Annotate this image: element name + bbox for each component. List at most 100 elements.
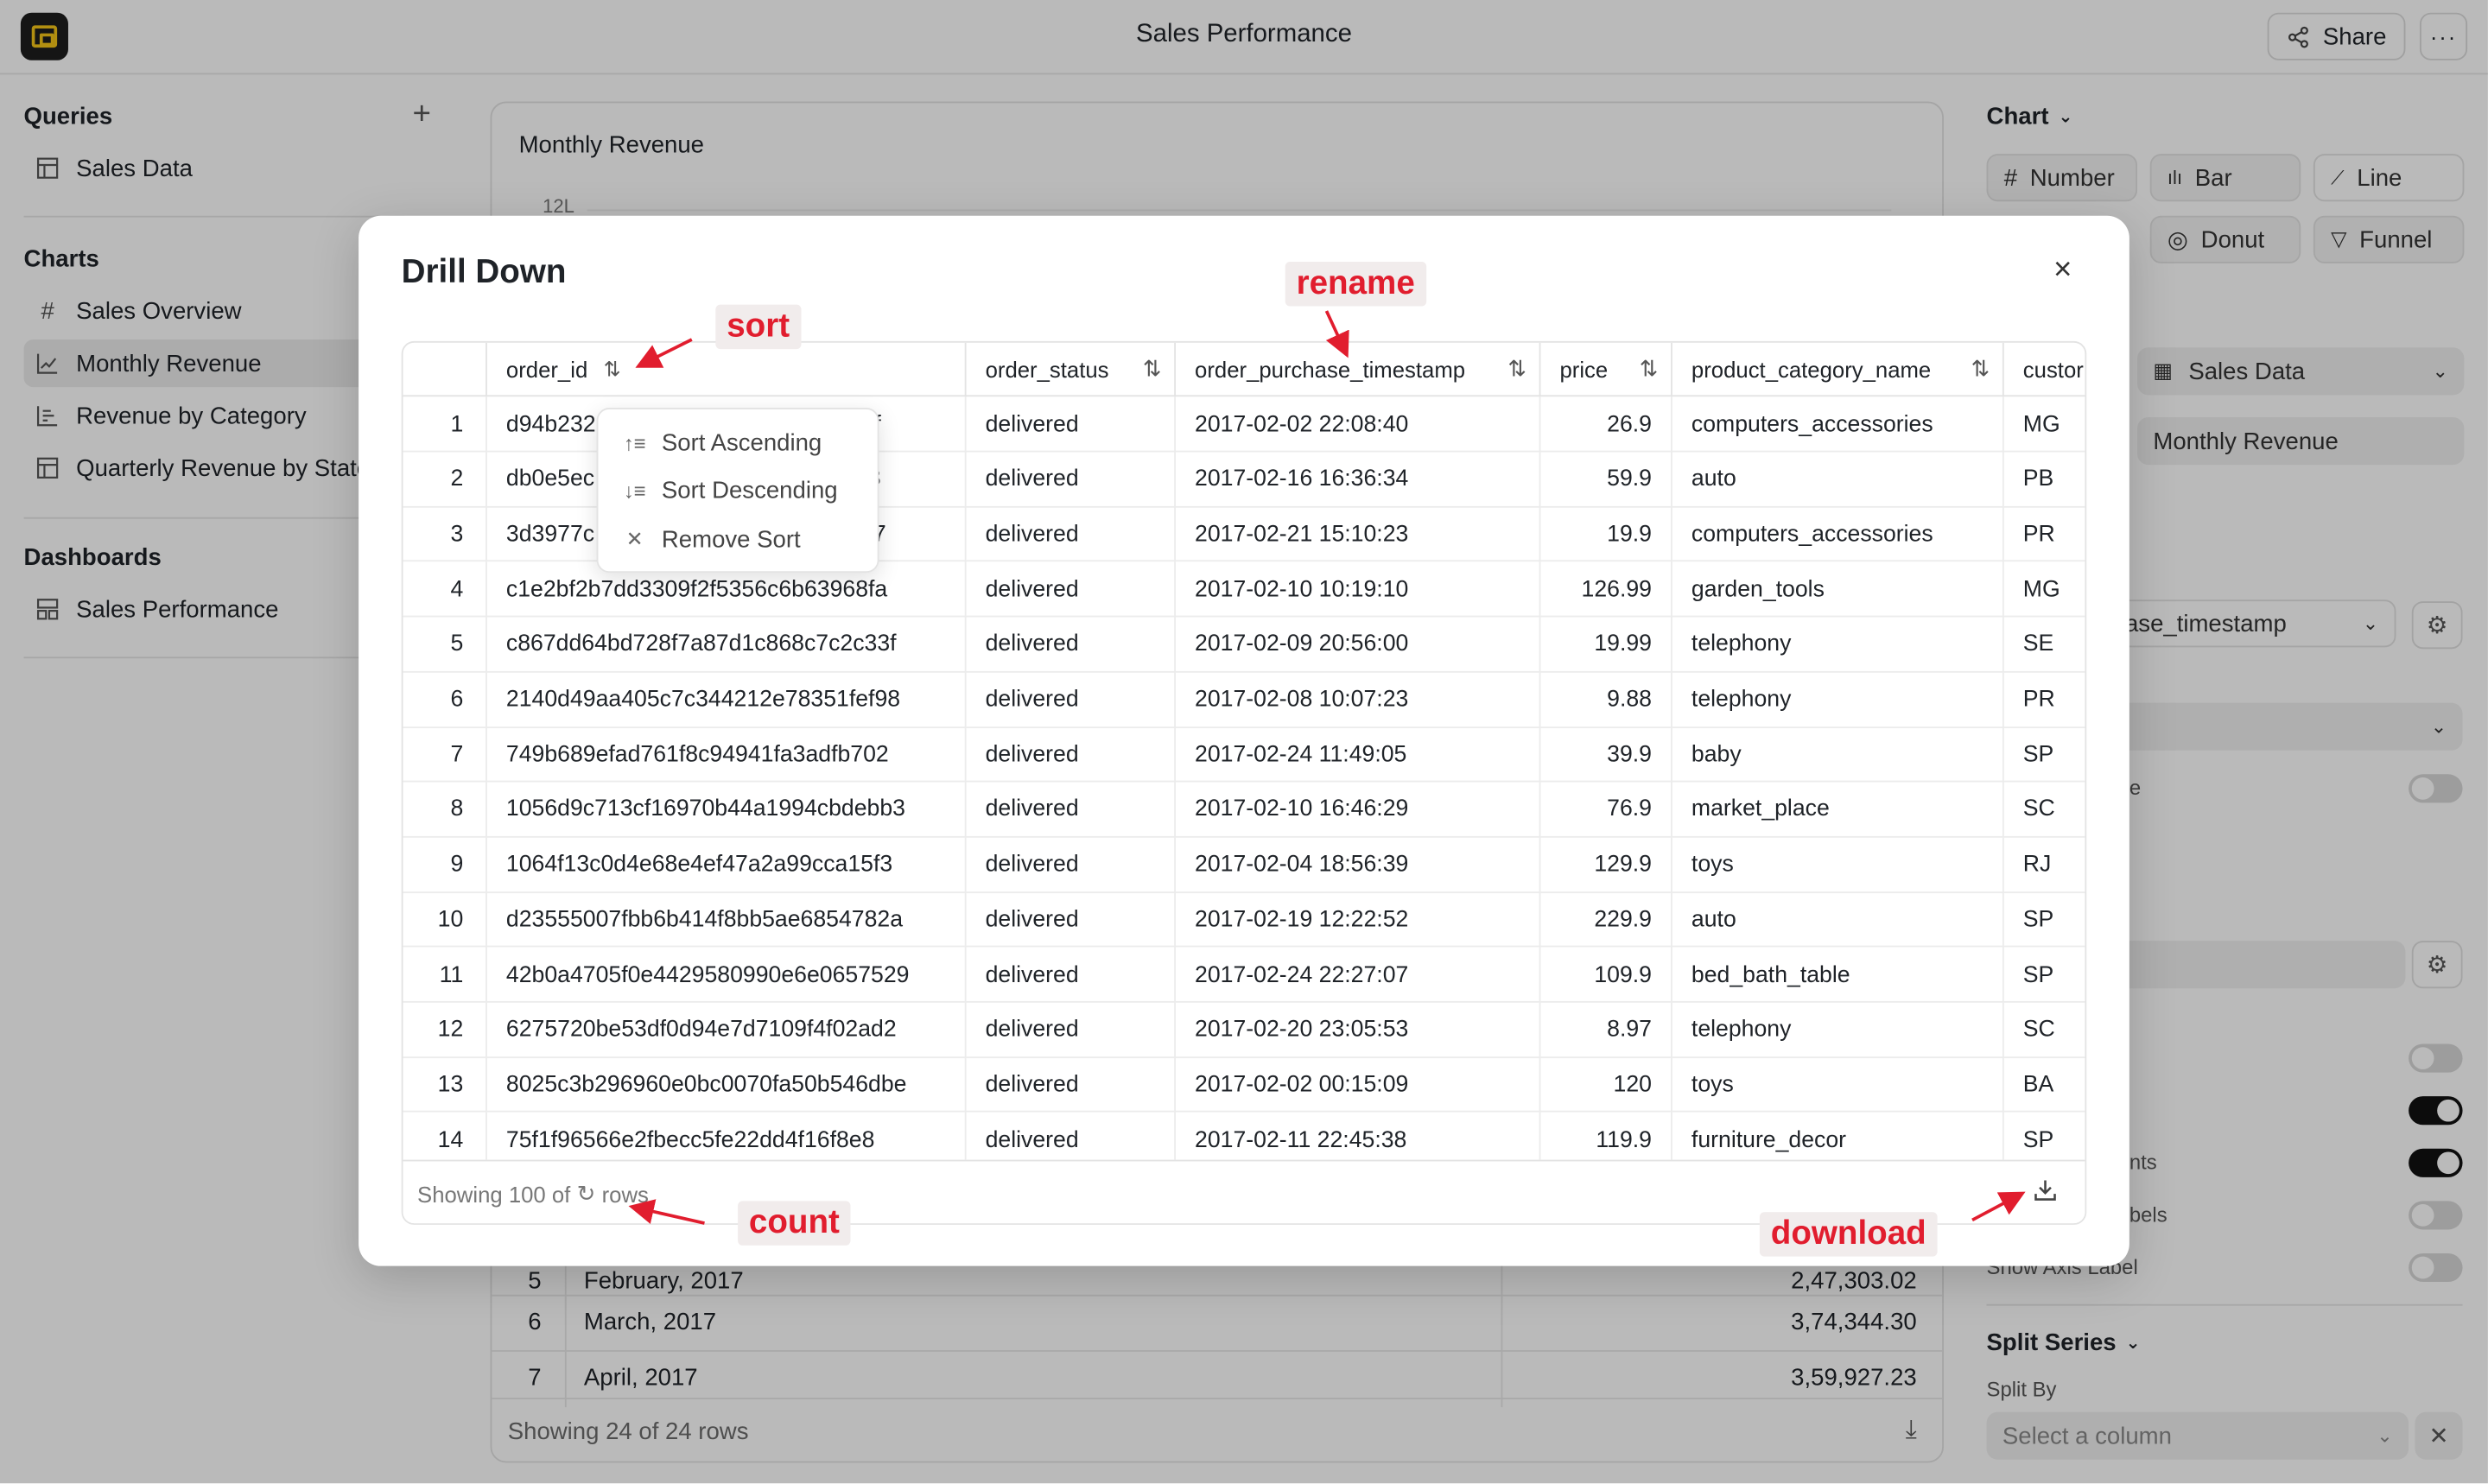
cell-customer: SC (2002, 1002, 2085, 1058)
cell-customer: PB (2002, 451, 2085, 508)
cell-customer: SP (2002, 726, 2085, 783)
cell-category: furniture_decor (1671, 1112, 2002, 1160)
app-window: Sales Performance Share ··· Queries + Sa… (0, 0, 2488, 1484)
cell-category: computers_accessories (1671, 396, 2002, 453)
row-index: 1 (450, 411, 464, 438)
table-row[interactable]: 11 42b0a4705f0e4429580990e6e0657529 delive… (403, 947, 2085, 1003)
cell-timestamp: 2017-02-21 15:10:23 (1174, 506, 1539, 562)
row-index: 12 (437, 1017, 464, 1043)
cell-order-status: delivered (964, 726, 1174, 783)
cell-customer: PR (2002, 506, 2085, 562)
cell-order-id: 1056d9c713cf16970b44a1994cbdebb3 (486, 782, 965, 838)
cell-order-id: 75f1f96566e2fbecc5fe22dd4f16f8e8 (486, 1112, 965, 1160)
sort-menu: ↑≡ Sort Ascending ↓≡ Sort Descending ✕ Remo… (596, 408, 880, 574)
cell-price: 9.88 (1539, 671, 1671, 728)
cell-category: telephony (1671, 671, 2002, 728)
table-row[interactable]: 12 6275720be53df0d94e7d7109f4f02ad2 delive… (403, 1002, 2085, 1058)
sort-icon[interactable]: ⇅ (1971, 355, 1990, 382)
cell-category: toys (1671, 1056, 2002, 1113)
table-row[interactable]: 6 2140d49aa405c7c344212e78351fef98 deliver… (403, 671, 2085, 728)
cell-order-status: delivered (964, 947, 1174, 1003)
sort-icon[interactable]: ⇅ (1507, 355, 1526, 382)
cell-customer: SE (2002, 617, 2085, 673)
row-index: 8 (450, 796, 464, 823)
row-index: 10 (437, 907, 464, 933)
modal-title: Drill Down (401, 253, 567, 291)
cell-timestamp: 2017-02-11 22:45:38 (1174, 1112, 1539, 1160)
cell-customer: SP (2002, 1112, 2085, 1160)
sort-ascending-item[interactable]: ↑≡ Sort Ascending (598, 419, 880, 466)
table-row[interactable]: 10 d23555007fbb6b414f8bb5ae6854782a delive… (403, 891, 2085, 948)
sort-descending-item[interactable]: ↓≡ Sort Descending (598, 466, 880, 514)
row-index: 5 (450, 631, 464, 657)
table-row[interactable]: 14 75f1f96566e2fbecc5fe22dd4f16f8e8 delive… (403, 1112, 2085, 1160)
column-header-customer[interactable]: custor (2002, 342, 2085, 397)
row-index: 9 (450, 852, 464, 878)
cell-timestamp: 2017-02-19 12:22:52 (1174, 891, 1539, 948)
table-row[interactable]: 5 c867dd64bd728f7a87d1c868c7c2c33f deliver… (403, 617, 2085, 673)
close-icon: ✕ (625, 526, 644, 551)
sort-icon[interactable]: ⇅ (604, 357, 621, 382)
cell-order-status: delivered (964, 396, 1174, 453)
sort-ascending-icon: ↑≡ (623, 430, 646, 455)
cell-price: 119.9 (1539, 1112, 1671, 1160)
sort-icon[interactable]: ⇅ (1640, 355, 1659, 382)
cell-category: computers_accessories (1671, 506, 2002, 562)
cell-order-status: delivered (964, 617, 1174, 673)
table-row[interactable]: 8 1056d9c713cf16970b44a1994cbdebb3 deliver… (403, 782, 2085, 838)
cell-price: 129.9 (1539, 837, 1671, 893)
cell-order-id: 42b0a4705f0e4429580990e6e0657529 (486, 947, 965, 1003)
annotation-download: download (1759, 1212, 1938, 1257)
cell-category: auto (1671, 891, 2002, 948)
table-row[interactable]: 9 1064f13c0d4e68e4ef47a2a99cca15f3 deliver… (403, 837, 2085, 893)
cell-order-id: c867dd64bd728f7a87d1c868c7c2c33f (486, 617, 965, 673)
sort-icon[interactable]: ⇅ (1143, 355, 1162, 382)
cell-order-status: delivered (964, 1112, 1174, 1160)
row-index: 4 (450, 576, 464, 603)
cell-timestamp: 2017-02-10 10:19:10 (1174, 561, 1539, 618)
cell-customer: RJ (2002, 837, 2085, 893)
column-header-price[interactable]: price ⇅ (1539, 342, 1671, 397)
cell-order-status: delivered (964, 671, 1174, 728)
cell-order-id: 2140d49aa405c7c344212e78351fef98 (486, 671, 965, 728)
column-header-order-purchase-timestamp[interactable]: order_purchase_timestamp ⇅ (1174, 342, 1539, 397)
cell-timestamp: 2017-02-08 10:07:23 (1174, 671, 1539, 728)
cell-price: 120 (1539, 1056, 1671, 1113)
cell-price: 76.9 (1539, 782, 1671, 838)
cell-category: market_place (1671, 782, 2002, 838)
drill-down-modal: Drill Down × order_id ⇅ order_status ⇅ ord… (359, 215, 2129, 1266)
row-index: 3 (450, 522, 464, 548)
cell-order-id: d23555007fbb6b414f8bb5ae6854782a (486, 891, 965, 948)
cell-order-status: delivered (964, 1056, 1174, 1113)
cell-category: telephony (1671, 1002, 2002, 1058)
remove-sort-item[interactable]: ✕ Remove Sort (598, 516, 880, 563)
cell-timestamp: 2017-02-04 18:56:39 (1174, 837, 1539, 893)
cell-order-id: 749b689efad761f8c94941fa3adfb702 (486, 726, 965, 783)
row-index: 7 (450, 742, 464, 768)
download-icon[interactable] (2033, 1177, 2058, 1211)
cell-category: toys (1671, 837, 2002, 893)
close-icon[interactable]: × (2046, 251, 2080, 287)
cell-category: baby (1671, 726, 2002, 783)
cell-customer: BA (2002, 1056, 2085, 1113)
cell-price: 19.9 (1539, 506, 1671, 562)
cell-order-status: delivered (964, 837, 1174, 893)
cell-customer: SP (2002, 891, 2085, 948)
cell-price: 229.9 (1539, 891, 1671, 948)
column-header-order-id[interactable]: order_id ⇅ (486, 342, 965, 397)
sort-descending-icon: ↓≡ (623, 478, 646, 503)
refresh-icon[interactable]: ↻ (577, 1181, 596, 1208)
table-row[interactable]: 7 749b689efad761f8c94941fa3adfb702 deliver… (403, 726, 2085, 783)
cell-price: 8.97 (1539, 1002, 1671, 1058)
cell-timestamp: 2017-02-16 16:36:34 (1174, 451, 1539, 508)
cell-order-id: 6275720be53df0d94e7d7109f4f02ad2 (486, 1002, 965, 1058)
cell-timestamp: 2017-02-10 16:46:29 (1174, 782, 1539, 838)
cell-order-status: delivered (964, 451, 1174, 508)
cell-timestamp: 2017-02-02 00:15:09 (1174, 1056, 1539, 1113)
column-header-order-status[interactable]: order_status ⇅ (964, 342, 1174, 397)
column-header-product-category-name[interactable]: product_category_name ⇅ (1671, 342, 2002, 397)
cell-order-status: delivered (964, 1002, 1174, 1058)
cell-customer: MG (2002, 396, 2085, 453)
cell-order-status: delivered (964, 782, 1174, 838)
table-row[interactable]: 13 8025c3b296960e0bc0070fa50b546dbe delive… (403, 1056, 2085, 1113)
